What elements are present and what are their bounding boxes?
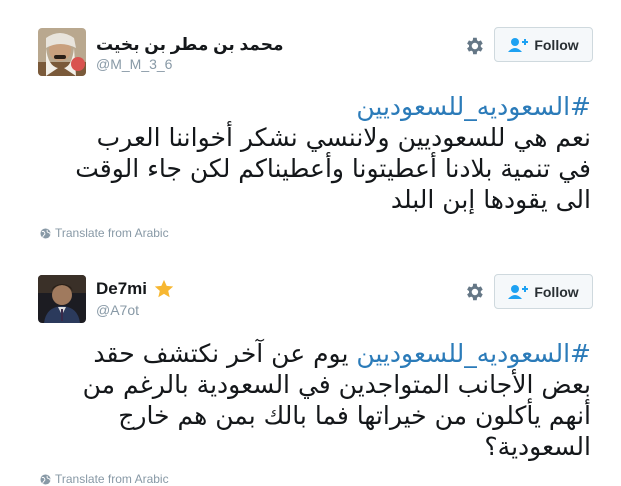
tweet-text-line: أنهم يأكلون من خيراتها فما بالك بمن هم خ… bbox=[118, 401, 591, 430]
follow-user-plus-icon bbox=[508, 284, 529, 299]
tweet-card: De7mi @A7ot Follow #السعوديه_للسعوديين ي… bbox=[0, 246, 621, 486]
translate-link[interactable]: Translate from Arabic bbox=[40, 226, 169, 240]
tweet-text-line: السعودية؟ bbox=[484, 432, 591, 461]
gear-icon[interactable] bbox=[463, 281, 485, 303]
user-handle[interactable]: @M_M_3_6 bbox=[96, 56, 172, 72]
translate-label: Translate from Arabic bbox=[55, 226, 169, 240]
follow-button[interactable]: Follow bbox=[494, 27, 593, 62]
tweet-text-line: الى يقودها إبن البلد bbox=[390, 185, 591, 214]
tweet-text-line: نعم هي للسعوديين ولاننسي نشكر أخواننا ال… bbox=[96, 123, 591, 152]
globe-icon bbox=[40, 227, 51, 239]
tweet-text: #السعوديه_للسعوديين يوم عن آخر نكتشف حقد… bbox=[31, 338, 591, 462]
tweet-text-line: بعض الأجانب المتواجدين في السعودية بالرغ… bbox=[82, 370, 591, 399]
display-name[interactable]: De7mi bbox=[96, 279, 147, 299]
follow-label: Follow bbox=[534, 36, 579, 53]
display-name[interactable]: محمد بن مطر بن بخيت bbox=[96, 35, 283, 55]
tweet-text-line: #السعوديه_للسعوديين يوم عن آخر نكتشف حقد bbox=[31, 338, 591, 369]
translate-label: Translate from Arabic bbox=[55, 472, 169, 486]
translate-link[interactable]: Translate from Arabic bbox=[40, 472, 169, 486]
follow-user-plus-icon bbox=[508, 37, 529, 52]
follow-label: Follow bbox=[534, 283, 579, 300]
name-row: محمد بن مطر بن بخيت bbox=[96, 35, 283, 55]
globe-icon bbox=[40, 473, 51, 485]
tweet-card: محمد بن مطر بن بخيت @M_M_3_6 Follow #الس… bbox=[0, 0, 621, 245]
user-handle[interactable]: @A7ot bbox=[96, 302, 139, 318]
avatar[interactable] bbox=[38, 28, 86, 76]
star-icon bbox=[154, 279, 174, 298]
follow-button[interactable]: Follow bbox=[494, 274, 593, 309]
tweet-text-line: في تنمية بلادنا أعطيتونا وأعطيناكم لكن ج… bbox=[75, 154, 591, 183]
avatar-photo bbox=[38, 28, 86, 76]
avatar-photo bbox=[38, 275, 86, 323]
hashtag-link[interactable]: #السعوديه_للسعوديين bbox=[31, 91, 591, 122]
gear-icon[interactable] bbox=[463, 35, 485, 57]
tweet-text: #السعوديه_للسعوديين نعم هي للسعوديين ولا… bbox=[31, 91, 591, 215]
tweet-text-fragment: يوم عن آخر نكتشف حقد bbox=[93, 339, 357, 368]
name-row: De7mi bbox=[96, 278, 175, 300]
hashtag-link[interactable]: #السعوديه_للسعوديين bbox=[356, 339, 591, 368]
avatar[interactable] bbox=[38, 275, 86, 323]
